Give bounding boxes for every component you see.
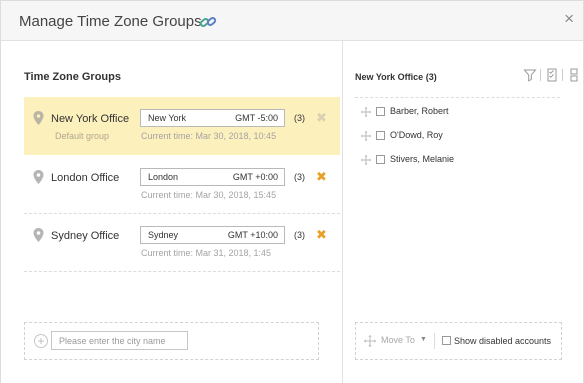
city-value: London: [148, 172, 179, 182]
map-pin-icon: [33, 228, 44, 242]
show-disabled-checkbox[interactable]: [442, 336, 451, 345]
current-time: Current time: Mar 30, 2018, 15:45: [141, 190, 277, 200]
remove-group-icon[interactable]: ✖: [316, 170, 327, 183]
member-count: (3): [294, 113, 305, 123]
drag-handle-icon[interactable]: [361, 155, 371, 165]
city-timezone-field[interactable]: Sydney GMT +10:00: [140, 226, 285, 244]
account-name: Stivers, Melanie: [390, 154, 455, 164]
remove-group-icon[interactable]: ✖: [316, 228, 327, 241]
account-checkbox[interactable]: [376, 107, 385, 116]
footer-separator: [434, 333, 435, 349]
gmt-offset: GMT +10:00: [227, 230, 278, 240]
group-row-new-york[interactable]: New York Office Default group New York G…: [24, 97, 340, 155]
member-count: (3): [294, 230, 305, 240]
caret-down-icon[interactable]: ▼: [420, 336, 427, 343]
accounts-toolbar: [523, 68, 583, 84]
account-name: O'Dowd, Roy: [390, 130, 443, 140]
filter-icon[interactable]: [523, 68, 537, 82]
divider: [355, 97, 560, 98]
close-button[interactable]: ×: [564, 9, 574, 29]
accounts-panel: New York Office (3) Barber, Robert O'Dow…: [342, 41, 583, 383]
drag-handle-icon[interactable]: [361, 131, 371, 141]
account-row[interactable]: Stivers, Melanie: [361, 154, 551, 168]
city-name-input[interactable]: [51, 331, 188, 350]
gmt-offset: GMT +0:00: [232, 172, 278, 182]
city-timezone-field[interactable]: New York GMT -5:00: [140, 109, 285, 127]
account-row[interactable]: O'Dowd, Roy: [361, 130, 551, 144]
dialog-header: Manage Time Zone Groups ×: [1, 1, 583, 41]
toolbar-separator: [540, 69, 541, 81]
account-checkbox[interactable]: [376, 131, 385, 140]
city-value: Sydney: [148, 230, 179, 240]
dialog-title: Manage Time Zone Groups: [19, 13, 202, 30]
group-row-london[interactable]: London Office London GMT +0:00 Current t…: [24, 156, 340, 214]
map-pin-icon: [33, 170, 44, 184]
city-timezone-field[interactable]: London GMT +0:00: [140, 168, 285, 186]
accounts-footer: Move To ▼ Show disabled accounts: [355, 322, 562, 360]
add-circle-icon[interactable]: +: [34, 334, 48, 348]
group-name[interactable]: Sydney Office: [51, 230, 119, 242]
current-time: Current time: Mar 31, 2018, 1:45: [141, 248, 272, 258]
member-count: (3): [294, 172, 305, 182]
account-checkbox[interactable]: [376, 155, 385, 164]
show-disabled-label[interactable]: Show disabled accounts: [454, 336, 551, 346]
columns-icon[interactable]: [567, 68, 581, 82]
city-value: New York: [148, 113, 187, 123]
drag-handle-icon[interactable]: [361, 107, 371, 117]
group-name[interactable]: New York Office: [51, 113, 129, 125]
checklist-icon[interactable]: [545, 68, 559, 82]
move-icon: [364, 335, 376, 347]
link-icon: [199, 17, 217, 27]
account-name: Barber, Robert: [390, 106, 449, 116]
map-pin-icon: [33, 111, 44, 125]
gmt-offset: GMT -5:00: [235, 113, 278, 123]
remove-group-icon[interactable]: ✖: [316, 111, 327, 124]
current-time: Current time: Mar 30, 2018, 10:45: [141, 131, 277, 141]
toolbar-separator: [562, 69, 563, 81]
time-zone-groups-panel: Time Zone Groups New York Office Default…: [1, 41, 342, 383]
add-city-box: +: [24, 322, 319, 360]
group-name[interactable]: London Office: [51, 172, 119, 184]
account-row[interactable]: Barber, Robert: [361, 106, 551, 120]
move-to-dropdown[interactable]: Move To: [381, 335, 415, 345]
default-group-label: Default group: [55, 131, 110, 141]
manage-time-zone-groups-dialog: Manage Time Zone Groups × Time Zone Grou…: [0, 0, 584, 383]
accounts-panel-title: New York Office (3): [355, 72, 437, 82]
group-row-sydney[interactable]: Sydney Office Sydney GMT +10:00 Current …: [24, 214, 340, 272]
section-title: Time Zone Groups: [24, 71, 121, 83]
